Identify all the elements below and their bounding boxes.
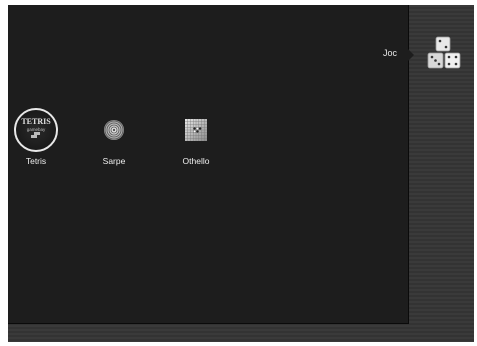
sarpe-icon-wrap: [92, 108, 136, 152]
game-item-tetris[interactable]: TETRIS gamebay Tetris: [8, 108, 64, 166]
tetris-logo-subtitle: gamebay: [27, 127, 46, 132]
tetris-logo-icon: TETRIS gamebay: [21, 117, 51, 138]
tetris-logo-title: TETRIS: [21, 117, 51, 126]
game-label-othello: Othello: [182, 156, 210, 166]
category-pointer-arrow: [408, 49, 414, 61]
screen: TETRIS gamebay Tetris Sarpe Othello Joc: [8, 5, 474, 342]
category-label: Joc: [383, 48, 398, 58]
spiral-snake-icon: [104, 120, 124, 140]
tetris-icon-wrap: TETRIS gamebay: [14, 108, 58, 152]
dice-icon[interactable]: [426, 35, 462, 73]
games-panel: TETRIS gamebay Tetris Sarpe Othello: [8, 5, 409, 324]
othello-board-icon: [185, 119, 207, 141]
game-item-othello[interactable]: Othello: [168, 108, 224, 166]
game-label-tetris: Tetris: [25, 156, 47, 166]
game-item-sarpe[interactable]: Sarpe: [86, 108, 142, 166]
game-label-sarpe: Sarpe: [102, 156, 126, 166]
othello-icon-wrap: [174, 108, 218, 152]
